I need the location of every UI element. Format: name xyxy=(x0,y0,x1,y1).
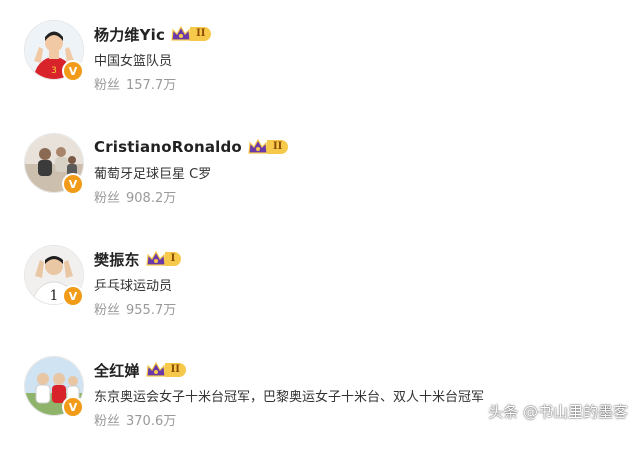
member-level: II xyxy=(190,27,212,41)
user-name[interactable]: 樊振东 xyxy=(94,249,140,270)
user-name[interactable]: 全红婵 xyxy=(94,360,140,381)
crown-icon xyxy=(171,25,191,41)
user-description: 葡萄牙足球巨星 C罗 xyxy=(94,167,212,182)
user-card[interactable]: 1 V 樊振东 I 乒乓球运动员 粉丝 955.7万 xyxy=(0,245,640,345)
svg-text:1: 1 xyxy=(50,288,59,304)
fans-count: 粉丝 157.7万 xyxy=(94,74,176,93)
user-description: 乒乓球运动员 xyxy=(94,279,173,294)
member-level: I xyxy=(164,252,182,266)
member-badge[interactable]: II xyxy=(145,361,186,379)
fans-label: 粉丝 xyxy=(94,191,121,206)
crown-icon xyxy=(145,250,166,266)
user-description: 东京奥运会女子十米台冠军，巴黎奥运女子十米台、双人十米台冠军 xyxy=(94,390,485,405)
watermark: 头条 @书山里的墨客 xyxy=(488,403,628,421)
verified-v-icon: V xyxy=(62,173,84,195)
fans-label: 粉丝 xyxy=(94,414,121,429)
fans-label: 粉丝 xyxy=(94,78,121,93)
crown-icon xyxy=(248,138,268,154)
verified-v-icon: V xyxy=(62,60,84,82)
fans-value: 908.2万 xyxy=(126,191,177,206)
user-name[interactable]: 杨力维Yic xyxy=(94,24,165,45)
fans-count: 粉丝 908.2万 xyxy=(94,187,176,206)
fans-value: 370.6万 xyxy=(126,414,177,429)
svg-text:3: 3 xyxy=(51,66,57,76)
fans-count: 粉丝 955.7万 xyxy=(94,299,176,318)
fans-value: 955.7万 xyxy=(126,303,177,318)
verified-v-icon: V xyxy=(62,396,84,418)
user-card[interactable]: V CristianoRonaldo II 葡萄牙足球巨星 C罗 粉丝 908.2… xyxy=(0,133,640,233)
member-badge[interactable]: I xyxy=(145,250,182,268)
user-description: 中国女篮队员 xyxy=(94,54,173,69)
verified-v-icon: V xyxy=(62,285,84,307)
user-card[interactable]: 3 V 杨力维Yic II 中国女篮队员 粉丝 157.7万 xyxy=(0,20,640,120)
member-level: II xyxy=(164,363,186,377)
user-name[interactable]: CristianoRonaldo xyxy=(94,138,242,156)
crown-icon xyxy=(145,361,166,377)
member-level: II xyxy=(266,140,289,154)
fans-count: 粉丝 370.6万 xyxy=(94,410,176,429)
fans-label: 粉丝 xyxy=(94,303,121,318)
member-badge[interactable]: II xyxy=(170,25,212,43)
fans-value: 157.7万 xyxy=(126,78,177,93)
member-badge[interactable]: II xyxy=(247,138,289,156)
